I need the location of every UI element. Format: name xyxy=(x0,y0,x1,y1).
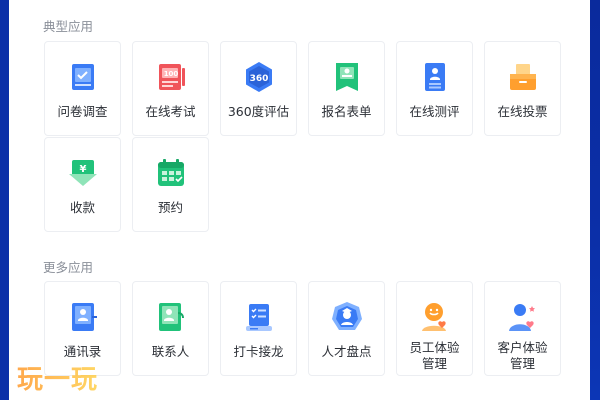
address-book-icon xyxy=(71,303,97,331)
app-label: 360度评估 xyxy=(227,104,290,119)
app-card-customer-experience[interactable]: 客户体验 管理 xyxy=(484,281,561,376)
app-card-online-vote[interactable]: 在线投票 xyxy=(484,41,561,136)
contact-phone-icon xyxy=(158,303,184,331)
app-card-appointment[interactable]: 预约 xyxy=(132,137,209,232)
score-100-icon: 100 xyxy=(164,70,178,77)
app-card-talent-review[interactable]: 人才盘点 xyxy=(308,281,385,376)
badge-text: 360 xyxy=(249,74,268,84)
talent-badge-icon xyxy=(331,302,362,330)
svg-text:100: 100 xyxy=(164,70,178,77)
checkin-list-icon xyxy=(245,304,272,331)
app-card-registration-form[interactable]: 报名表单 xyxy=(308,41,385,136)
calendar-icon xyxy=(157,159,184,186)
app-label-line: 管理 xyxy=(509,356,535,371)
app-card-360-evaluation[interactable]: 360 360度评估 xyxy=(220,41,297,136)
questionnaire-icon xyxy=(71,64,94,90)
employee-experience-icon xyxy=(421,303,446,331)
profile-test-icon xyxy=(424,63,445,91)
app-label: 在线考试 xyxy=(145,104,196,119)
app-label: 问卷调查 xyxy=(57,104,108,119)
app-card-employee-experience[interactable]: 员工体验 管理 xyxy=(396,281,473,376)
watermark-logo: 玩一玩 xyxy=(17,359,98,396)
app-label: 收款 xyxy=(69,200,95,215)
badge-text: ¥ xyxy=(79,164,86,175)
background-strip xyxy=(590,0,600,400)
app-label: 客户体验 管理 xyxy=(485,340,560,372)
app-label: 报名表单 xyxy=(321,104,372,119)
app-card-contacts[interactable]: 联系人 xyxy=(132,281,209,376)
exam-paper-icon xyxy=(158,64,185,90)
section-title-typical: 典型应用 xyxy=(43,19,94,34)
app-card-checkin[interactable]: 打卡接龙 xyxy=(220,281,297,376)
app-label: 打卡接龙 xyxy=(233,344,284,359)
app-label: 员工体验 管理 xyxy=(397,340,472,372)
app-label: 人才盘点 xyxy=(321,344,372,359)
app-label: 通讯录 xyxy=(63,344,102,359)
app-card-payment[interactable]: ¥ 收款 xyxy=(44,137,121,232)
customer-experience-icon xyxy=(508,304,535,331)
app-label: 在线投票 xyxy=(497,104,548,119)
payment-yen-icon: ¥ xyxy=(68,160,97,186)
app-label-line: 管理 xyxy=(421,356,447,371)
app-label: 联系人 xyxy=(151,344,190,359)
app-label-line: 客户体验 xyxy=(497,340,548,355)
app-card-online-exam[interactable]: 100 在线考试 xyxy=(132,41,209,136)
registration-form-icon xyxy=(335,63,358,91)
section-title-more: 更多应用 xyxy=(43,260,94,275)
app-label: 在线测评 xyxy=(409,104,460,119)
ballot-box-icon xyxy=(509,64,536,90)
app-card-online-assessment[interactable]: 在线测评 xyxy=(396,41,473,136)
hexagon-360-icon: 360 xyxy=(245,62,272,92)
app-label-line: 员工体验 xyxy=(409,340,460,355)
apps-panel: 典型应用 问卷调查 100 在线考试 360 360度评估 报名表单 在线测评 … xyxy=(9,0,590,400)
app-label: 预约 xyxy=(157,200,183,215)
app-card-questionnaire[interactable]: 问卷调查 xyxy=(44,41,121,136)
